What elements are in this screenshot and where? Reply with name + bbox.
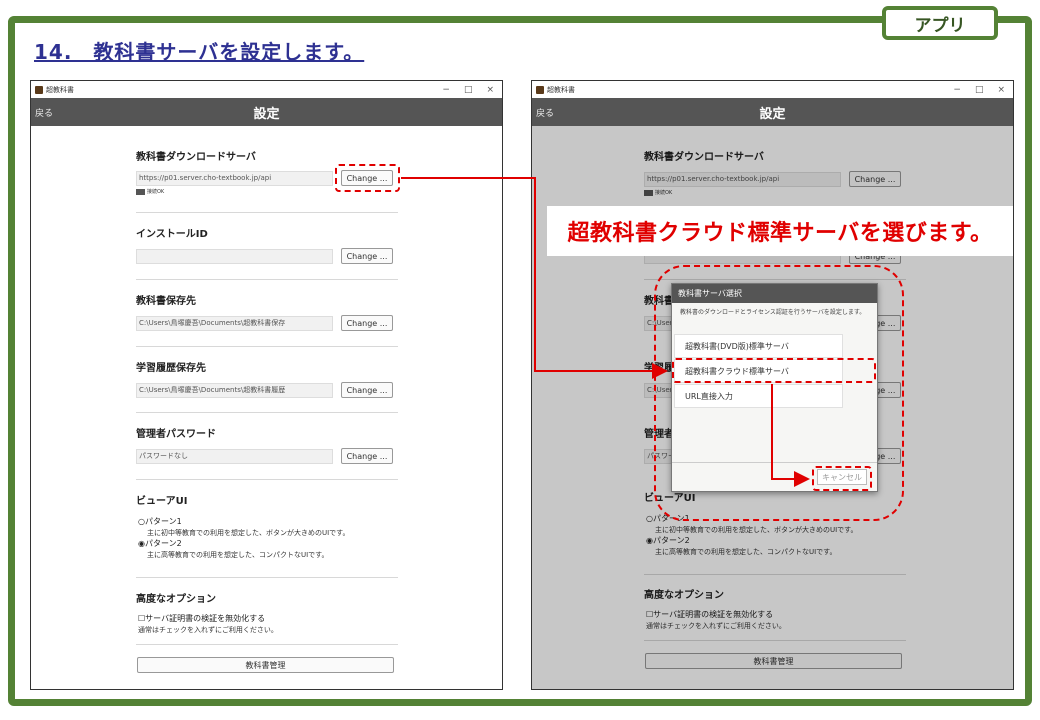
- maximize-button[interactable]: □: [975, 85, 984, 95]
- change-textbook-dir-button[interactable]: Change ...: [341, 315, 393, 331]
- section-advanced: 高度なオプション: [136, 590, 398, 605]
- instruction-callout: 超教科書クラウド標準サーバを選びます。: [547, 206, 1013, 256]
- dialog-cancel-button[interactable]: キャンセル: [817, 469, 867, 485]
- app-icon: [536, 85, 544, 94]
- page-title: 設定: [253, 106, 280, 122]
- section-download-server: 教科書ダウンロードサーバ: [136, 148, 398, 163]
- manage-textbooks-button[interactable]: 教科書管理: [137, 657, 394, 673]
- divider: [136, 212, 398, 213]
- close-button[interactable]: ×: [997, 85, 1005, 95]
- radio-pattern2[interactable]: ◉パターン2: [138, 538, 182, 549]
- connection-ok-icon: [136, 188, 145, 195]
- section-install-id: インストールID: [136, 225, 398, 240]
- textbook-dir-field[interactable]: C:\Users\鳥塚慶吾\Documents\超教科書保存: [136, 315, 333, 331]
- window-titlebar: 超教科書 − □ ×: [532, 81, 1013, 98]
- divider: [136, 644, 398, 645]
- download-server-field[interactable]: https://p01.server.cho-textbook.jp/api: [136, 170, 333, 186]
- disable-cert-checkbox[interactable]: ☐サーバ証明書の検証を無効化する: [138, 613, 265, 624]
- divider: [136, 346, 398, 347]
- history-dir-field[interactable]: C:\Users\鳥塚慶吾\Documents\超教科書履歴: [136, 382, 333, 398]
- section-title: 教科書ダウンロードサーバ: [136, 152, 256, 163]
- settings-window-before: 超教科書 − □ × 戻る 設定 教科書ダウンロードサーバ https://p0…: [30, 80, 503, 690]
- admin-password-field[interactable]: パスワードなし: [136, 448, 333, 464]
- dialog-title: 教科書サーバ選択: [672, 284, 877, 303]
- admin-password-row: パスワードなし Change ...: [136, 448, 393, 464]
- page-title: 設定: [759, 106, 786, 122]
- divider: [136, 412, 398, 413]
- pattern2-description: 主に高等教育での利用を想定した、コンパクトなUIです。: [147, 551, 329, 559]
- section-title: 教科書保存先: [136, 296, 196, 307]
- close-button[interactable]: ×: [486, 85, 494, 95]
- section-title: 学習履歴保存先: [136, 363, 206, 374]
- section-title: 管理者パスワード: [136, 429, 216, 440]
- install-id-row: Change ...: [136, 248, 393, 264]
- settings-content: 教科書ダウンロードサーバ https://p01.server.cho-text…: [31, 126, 502, 689]
- step-title: 14. 教科書サーバを設定します。: [34, 40, 365, 64]
- window-title: 超教科書: [46, 85, 74, 94]
- option-dvd-server[interactable]: 超教科書(DVD版)標準サーバ: [674, 334, 843, 358]
- back-button[interactable]: 戻る: [536, 106, 554, 119]
- change-install-id-button[interactable]: Change ...: [341, 248, 393, 264]
- navbar: 戻る 設定: [532, 98, 1013, 126]
- maximize-button[interactable]: □: [464, 85, 473, 95]
- pattern1-description: 主に初中等教育での利用を想定した、ボタンが大きめのUIです。: [147, 529, 350, 537]
- change-download-server-button[interactable]: Change ...: [341, 170, 393, 186]
- divider: [136, 279, 398, 280]
- section-history-dir: 学習履歴保存先: [136, 359, 398, 374]
- radio-pattern1[interactable]: ○パターン1: [138, 516, 182, 527]
- section-title: ビューアUI: [136, 496, 188, 507]
- section-title: インストールID: [136, 229, 208, 240]
- window-title: 超教科書: [547, 85, 575, 94]
- download-server-row: https://p01.server.cho-textbook.jp/api C…: [136, 170, 393, 186]
- divider: [136, 577, 398, 578]
- section-textbook-dir: 教科書保存先: [136, 292, 398, 307]
- minimize-button[interactable]: −: [442, 85, 450, 95]
- cert-note: 通常はチェックを入れずにご利用ください。: [138, 626, 278, 634]
- window-titlebar: 超教科書 − □ ×: [31, 81, 502, 98]
- app-tag: アプリ: [882, 6, 998, 40]
- section-admin-password: 管理者パスワード: [136, 425, 398, 440]
- option-cloud-server[interactable]: 超教科書クラウド標準サーバ: [674, 359, 843, 383]
- change-admin-password-button[interactable]: Change ...: [341, 448, 393, 464]
- section-title: 高度なオプション: [136, 594, 216, 605]
- connection-status-text: 接続OK: [147, 189, 165, 195]
- install-id-field[interactable]: [136, 248, 333, 264]
- divider: [136, 479, 398, 480]
- connection-status: 接続OK: [136, 188, 164, 195]
- textbook-dir-row: C:\Users\鳥塚慶吾\Documents\超教科書保存 Change ..…: [136, 315, 393, 331]
- navbar: 戻る 設定: [31, 98, 502, 126]
- option-direct-url[interactable]: URL直接入力: [674, 384, 843, 408]
- change-history-dir-button[interactable]: Change ...: [341, 382, 393, 398]
- section-viewer-ui: ビューアUI: [136, 492, 398, 507]
- history-dir-row: C:\Users\鳥塚慶吾\Documents\超教科書履歴 Change ..…: [136, 382, 393, 398]
- dialog-description: 教科書のダウンロードとライセンス認証を行うサーバを設定します。: [680, 309, 866, 316]
- server-select-dialog: 教科書サーバ選択 教科書のダウンロードとライセンス認証を行うサーバを設定します。…: [671, 283, 878, 492]
- app-icon: [35, 85, 43, 94]
- back-button[interactable]: 戻る: [35, 106, 53, 119]
- minimize-button[interactable]: −: [953, 85, 961, 95]
- dialog-footer-divider: [672, 462, 877, 463]
